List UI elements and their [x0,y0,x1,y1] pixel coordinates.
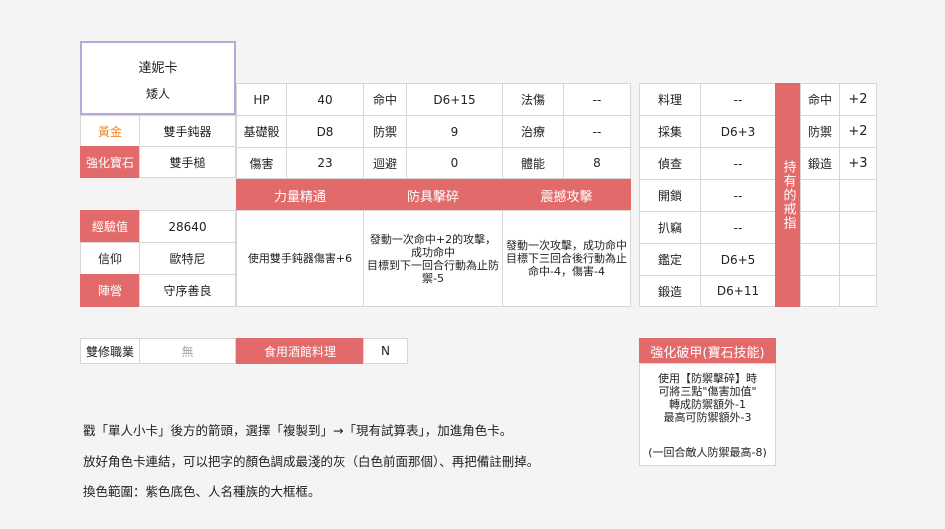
stat-value: 23 [286,147,364,179]
craft-value: -- [700,83,776,116]
instruction-note: 戳「單人小卡」後方的箭頭，選擇「複製到」→「現有試算表」，加進角色卡。 [83,423,513,438]
craft-value: D6+5 [700,243,776,276]
tavern-food-label: 食用酒館料理 [236,338,364,364]
ring-empty-cell [839,243,877,276]
skill-title: 震撼攻擊 [502,179,631,211]
alignment-label: 陣營 [80,274,140,307]
stat-label: 治療 [502,115,564,148]
craft-value: D6+11 [700,275,776,307]
tavern-food-value: N [363,338,408,364]
craft-value: -- [700,147,776,180]
gold-value: 雙手鈍器 [139,115,236,147]
craft-label: 扒竊 [639,211,701,244]
crafts-table: 料理 -- 採集 D6+3 偵查 -- 開鎖 -- 扒竊 -- 鑑定 D6+5 … [639,83,776,307]
ring-title: 持有的戒指 [775,83,801,307]
ring-empty-cell [800,275,840,307]
character-race: 矮人 [145,87,170,101]
craft-label: 鑑定 [639,243,701,276]
ring-empty-cell [800,179,840,212]
skill-title: 防具擊碎 [363,179,503,211]
exp-label: 經驗值 [80,210,140,243]
character-name-card: 達妮卡 矮人 [80,41,236,115]
stat-label: 防禦 [363,115,407,148]
craft-label: 偵查 [639,147,701,180]
faith-label: 信仰 [80,242,140,275]
craft-value: D6+3 [700,115,776,148]
multiclass-value: 無 [139,338,236,364]
exp-value: 28640 [139,210,236,243]
stat-value: -- [563,115,631,148]
instruction-note: 放好角色卡連結，可以把字的顏色調成最淺的灰（白色前面那個）、再把備註刪掉。 [83,454,540,469]
ring-empty-cell [839,275,877,307]
skill-description: 使用雙手鈍器傷害+6 [236,210,364,307]
ring-empty-cell [839,211,877,244]
stat-label: 迴避 [363,147,407,179]
gem-value: 雙手槌 [139,146,236,178]
stat-value: -- [563,83,631,116]
stats-grid: HP 40 命中 D6+15 法傷 -- 基礎骰 D8 防禦 9 治療 -- 傷… [236,83,631,179]
craft-value: -- [700,179,776,212]
craft-label: 料理 [639,83,701,116]
ring-bonus-label: 命中 [800,83,840,116]
alignment-value: 守序善良 [139,274,236,307]
stat-value: 0 [406,147,503,179]
ring-empty-cell [800,243,840,276]
craft-label: 鍛造 [639,275,701,307]
stat-label: 傷害 [236,147,287,179]
craft-label: 採集 [639,115,701,148]
faith-value: 歐特尼 [139,242,236,275]
ring-empty-cell [800,211,840,244]
ring-bonus-value: +3 [839,147,877,180]
ring-empty-cell [839,179,877,212]
gem-label: 強化寶石 [80,146,140,178]
stat-value: 8 [563,147,631,179]
gem-skill-title: 強化破甲(寶石技能) [639,338,776,364]
skill-title: 力量精通 [236,179,364,211]
stat-label: 命中 [363,83,407,116]
multiclass-label: 雙修職業 [80,338,140,364]
ring-bonus-value: +2 [839,83,877,116]
craft-value: -- [700,211,776,244]
instruction-note: 換色範圍：紫色底色、人名種族的大框框。 [83,484,321,499]
skill-description: 發動一次命中+2的攻擊，成功命中 目標到下一回合行動為止防禦-5 [363,210,503,307]
craft-label: 開鎖 [639,179,701,212]
ring-bonus-label: 防禦 [800,115,840,148]
gold-label: 黃金 [80,115,140,147]
stat-label: 基礎骰 [236,115,287,148]
gem-skill-note: (一回合敵人防禦最高-8) [648,446,767,459]
character-name: 達妮卡 [138,61,178,76]
stat-label: 體能 [502,147,564,179]
stat-value: D6+15 [406,83,503,116]
ring-bonus-label: 鍛造 [800,147,840,180]
gem-skill-description: 使用【防禦擊碎】時 可將三點"傷害加值" 轉成防禦額外-1 最高可防禦額外-3 [658,372,757,424]
stat-value: D8 [286,115,364,148]
stat-value: 9 [406,115,503,148]
skill-description: 發動一次攻擊，成功命中 目標下三回合後行動為止 命中-4，傷害-4 [502,210,631,307]
ring-bonus-table: 命中 +2 防禦 +2 鍛造 +3 [800,83,877,307]
stat-value: 40 [286,83,364,116]
stat-label: 法傷 [502,83,564,116]
stat-label: HP [236,83,287,116]
gem-skill-panel: 使用【防禦擊碎】時 可將三點"傷害加值" 轉成防禦額外-1 最高可防禦額外-3 … [639,363,776,466]
ring-bonus-value: +2 [839,115,877,148]
